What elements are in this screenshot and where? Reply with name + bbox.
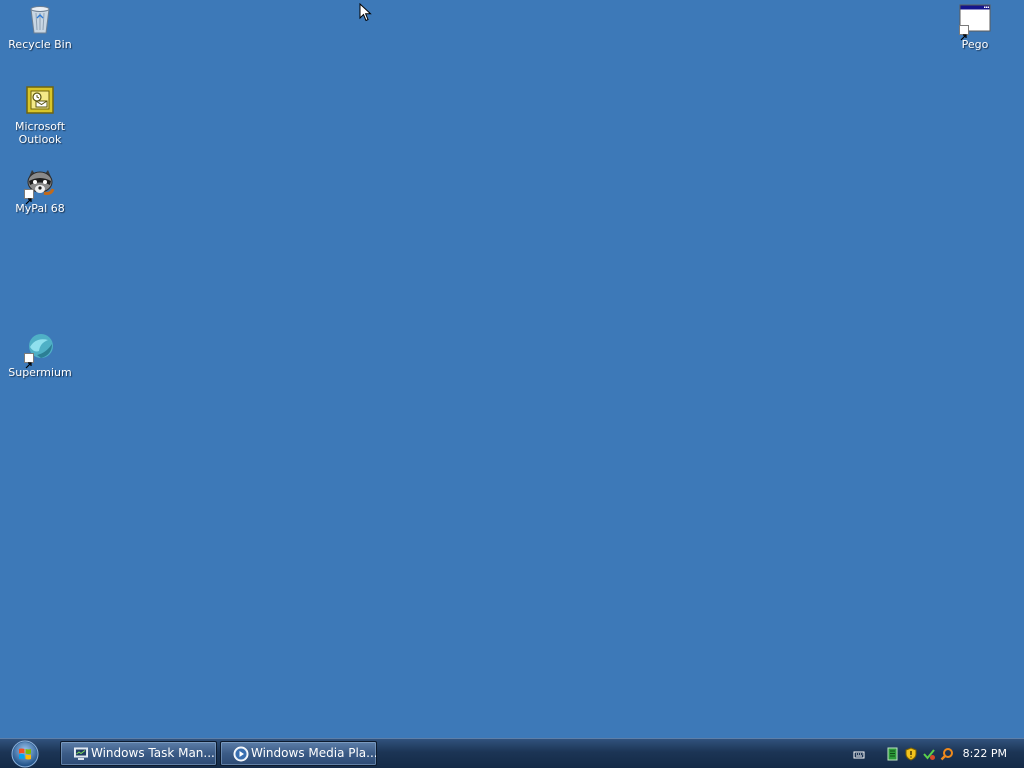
- taskbar-button-task-manager[interactable]: Windows Task Man...: [60, 741, 217, 766]
- taskbar-button-label: Windows Media Pla...: [251, 746, 377, 760]
- media-player-icon: [233, 746, 249, 762]
- recycle-bin-label: Recycle Bin: [8, 38, 72, 51]
- pego-label: Pego: [961, 38, 989, 51]
- supermium-shortcut[interactable]: Supermium: [2, 331, 78, 379]
- start-button[interactable]: [6, 740, 44, 768]
- recycle-bin-shortcut[interactable]: Recycle Bin: [2, 3, 78, 51]
- shortcut-arrow-icon: [959, 25, 969, 41]
- shortcut-arrow-icon: [24, 189, 34, 205]
- task-manager-icon: [73, 746, 89, 762]
- mypal-68-shortcut[interactable]: MyPal 68: [2, 167, 78, 215]
- desktop[interactable]: Recycle Bin Microsoft Outlook MyPal 68 S…: [0, 0, 1024, 738]
- taskbar-button-label: Windows Task Man...: [91, 746, 215, 760]
- microsoft-outlook-shortcut[interactable]: Microsoft Outlook: [2, 85, 78, 146]
- raccoon-icon: [24, 167, 56, 205]
- shortcut-arrow-icon: [24, 353, 34, 369]
- window-icon: [959, 3, 991, 41]
- pego-shortcut[interactable]: Pego: [937, 3, 1013, 51]
- supermium-label: Supermium: [8, 366, 72, 379]
- recycle-bin-icon: [24, 3, 56, 35]
- mypal-68-label: MyPal 68: [15, 202, 65, 215]
- outlook-icon: [24, 85, 56, 117]
- security-icon[interactable]: [922, 746, 936, 760]
- taskbar-button-media-player[interactable]: Windows Media Pla...: [220, 741, 377, 766]
- microsoft-outlook-label: Microsoft Outlook: [14, 120, 66, 146]
- supermium-icon: [24, 331, 56, 369]
- network-icon[interactable]: [886, 746, 900, 761]
- mouse-cursor-icon: [359, 2, 373, 23]
- system-tray: 8:22 PM: [834, 739, 1024, 768]
- taskbar: Windows Task Man... Windows Media Pla...: [0, 738, 1024, 768]
- taskbar-clock[interactable]: 8:22 PM: [963, 739, 1007, 768]
- windows-logo-icon: [11, 740, 39, 768]
- shield-icon[interactable]: [904, 746, 918, 761]
- keyboard-icon[interactable]: [852, 746, 866, 760]
- search-icon[interactable]: [940, 746, 954, 761]
